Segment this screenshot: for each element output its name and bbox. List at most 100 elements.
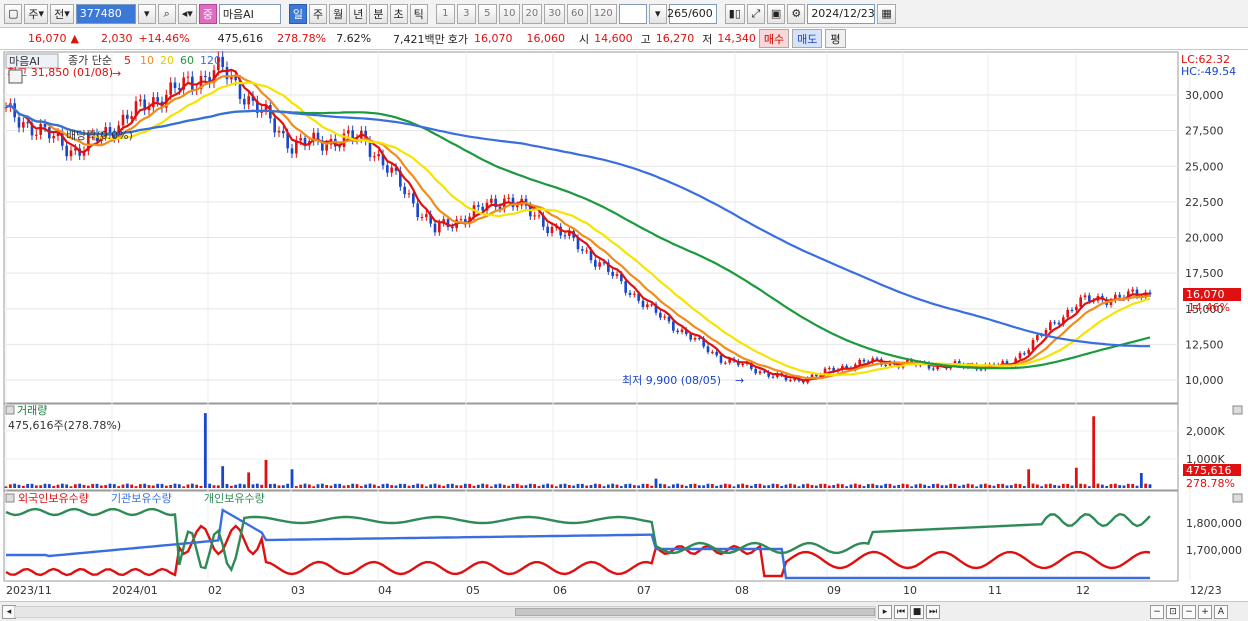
volume-bar bbox=[99, 485, 103, 488]
volume-bar bbox=[550, 484, 554, 488]
volume-title: 거래량 bbox=[17, 404, 47, 417]
high-arrow-icon: → bbox=[112, 67, 121, 80]
candle-body bbox=[139, 99, 142, 102]
trade-amount: 7,421백만 bbox=[393, 32, 445, 46]
buy-button[interactable]: 매수 bbox=[758, 29, 790, 48]
chart-scrollbar[interactable]: ◂ ▸ ⏮ ■ ⏭ − ⊡ − + A bbox=[0, 601, 1248, 621]
period-type-select[interactable]: 주 ▾ bbox=[24, 3, 49, 24]
legend-institution-holdings[interactable]: 기관보유수량 bbox=[111, 492, 172, 505]
volume-panel-close-icon[interactable] bbox=[1232, 405, 1243, 415]
volume-bar bbox=[637, 485, 641, 488]
period-day-button[interactable]: 일 bbox=[288, 3, 308, 24]
interval-1-button[interactable]: 1 bbox=[435, 3, 455, 24]
stock-code-input[interactable]: 377480 bbox=[75, 3, 136, 24]
scroll-right-icon[interactable]: ▸ bbox=[878, 605, 892, 619]
period-month-button[interactable]: 월 bbox=[329, 3, 348, 24]
period-second-button[interactable]: 초 bbox=[389, 3, 408, 24]
volume-bar bbox=[611, 483, 615, 488]
period-year-button[interactable]: 년 bbox=[349, 3, 368, 24]
search-icon[interactable]: ⌕ bbox=[157, 3, 176, 24]
zoom-out-icon[interactable]: − bbox=[1150, 605, 1164, 619]
candle-body bbox=[1036, 335, 1039, 340]
ma-legend-10[interactable]: 10 bbox=[140, 54, 154, 67]
candle-type-icon[interactable]: ▮▯ bbox=[724, 3, 745, 24]
x-tick-label: 04 bbox=[378, 584, 392, 597]
legend-individual-holdings[interactable]: 개인보유수량 bbox=[204, 492, 265, 505]
interval-3-button[interactable]: 3 bbox=[456, 3, 476, 24]
volume-bar bbox=[498, 483, 502, 488]
date-field[interactable]: 2024/12/23 bbox=[807, 3, 876, 24]
low-annotation: 최저 9,900 (08/05) bbox=[622, 374, 721, 387]
period-tick-button[interactable]: 틱 bbox=[409, 3, 428, 24]
candle-body bbox=[420, 217, 424, 219]
candle-body bbox=[537, 215, 541, 217]
volume-bar bbox=[43, 483, 47, 488]
holders-ytick-1700000: 1,700,000 bbox=[1186, 544, 1242, 557]
zoom-reset-icon[interactable]: ⊡ bbox=[1166, 605, 1180, 619]
volume-bar bbox=[1135, 485, 1139, 488]
interval-5-button[interactable]: 5 bbox=[477, 3, 497, 24]
interval-custom-input[interactable] bbox=[618, 3, 647, 24]
x-tick-label: 11 bbox=[988, 584, 1002, 597]
holders-ytick-1800000: 1,800,000 bbox=[1186, 517, 1242, 530]
interval-60-button[interactable]: 60 bbox=[566, 3, 588, 24]
scroll-thumb[interactable] bbox=[515, 608, 875, 616]
volume-bar bbox=[169, 484, 173, 488]
volume-bar bbox=[208, 483, 212, 488]
interval-20-button[interactable]: 20 bbox=[521, 3, 543, 24]
calendar-icon[interactable]: ▦ bbox=[877, 3, 896, 24]
window-menu-icon[interactable]: ▢ bbox=[4, 3, 23, 24]
font-size-icon[interactable]: A bbox=[1214, 605, 1228, 619]
scroll-track[interactable] bbox=[14, 606, 876, 618]
volume-bar bbox=[95, 483, 99, 488]
legend-foreign-holdings[interactable]: 외국인보유수량 bbox=[18, 492, 89, 505]
stock-name-field[interactable]: 마음AI bbox=[218, 3, 281, 24]
bar-count-field[interactable]: 265/600 bbox=[667, 3, 717, 24]
chart-canvas[interactable]: 마음AI 종가 단순 5 10 20 60 120 최고 31,850 (01/… bbox=[0, 50, 1248, 601]
volume-bar bbox=[1074, 467, 1078, 488]
candle-body bbox=[243, 98, 246, 105]
last-pct-label: 14.46% bbox=[1188, 301, 1230, 314]
chart-tool-icon[interactable] bbox=[8, 69, 23, 84]
interval-10-button[interactable]: 10 bbox=[498, 3, 520, 24]
holders-panel-close-icon[interactable] bbox=[1232, 493, 1243, 503]
volume-bar bbox=[1040, 486, 1044, 488]
stop-icon[interactable]: ■ bbox=[910, 605, 924, 619]
forward-icon[interactable]: ⏭ bbox=[926, 605, 940, 619]
price-ytick: 20,000 bbox=[1185, 232, 1224, 245]
draw-tool-icon[interactable]: ⤢ bbox=[746, 3, 765, 24]
volume-bar bbox=[1144, 483, 1148, 488]
interval-120-button[interactable]: 120 bbox=[589, 3, 617, 24]
chart-area[interactable]: 마음AI 종가 단순 5 10 20 60 120 최고 31,850 (01/… bbox=[0, 50, 1248, 601]
speaker-icon[interactable]: ◂▾ bbox=[177, 3, 197, 24]
rewind-icon[interactable]: ⏮ bbox=[894, 605, 908, 619]
code-dropdown-icon[interactable]: ▾ bbox=[137, 3, 156, 24]
period-minute-button[interactable]: 분 bbox=[369, 3, 388, 24]
volume-bar bbox=[459, 485, 463, 488]
volume-bar bbox=[299, 484, 303, 488]
ma-legend-120[interactable]: 120 bbox=[200, 54, 221, 67]
plus-icon[interactable]: + bbox=[1198, 605, 1212, 619]
ma-legend-20[interactable]: 20 bbox=[160, 54, 174, 67]
ma-legend-5[interactable]: 5 bbox=[124, 54, 131, 67]
holders-panel-toggle-icon[interactable] bbox=[5, 493, 15, 503]
volume-panel-toggle-icon[interactable] bbox=[5, 405, 15, 415]
save-icon[interactable]: ▣ bbox=[766, 3, 786, 24]
volume-bar bbox=[875, 485, 879, 488]
ma-legend-60[interactable]: 60 bbox=[180, 54, 194, 67]
interval-30-button[interactable]: 30 bbox=[544, 3, 565, 24]
prev-select[interactable]: 전 ▾ bbox=[50, 3, 74, 24]
minus-icon[interactable]: − bbox=[1182, 605, 1196, 619]
market-marker: 중 bbox=[198, 3, 217, 24]
flat-button[interactable]: 평 bbox=[825, 29, 846, 48]
volume-bar bbox=[797, 486, 801, 488]
volume-bar bbox=[26, 483, 30, 488]
volume-bar bbox=[290, 469, 294, 488]
period-week-button[interactable]: 주 bbox=[309, 3, 328, 24]
volume-bar bbox=[30, 483, 34, 488]
volume-bar bbox=[1100, 484, 1104, 488]
settings-gear-icon[interactable]: ⚙ bbox=[787, 3, 806, 24]
sell-button[interactable]: 매도 bbox=[792, 29, 823, 48]
interval-dropdown-icon[interactable]: ▾ bbox=[648, 3, 667, 24]
volume-bar bbox=[195, 484, 199, 488]
